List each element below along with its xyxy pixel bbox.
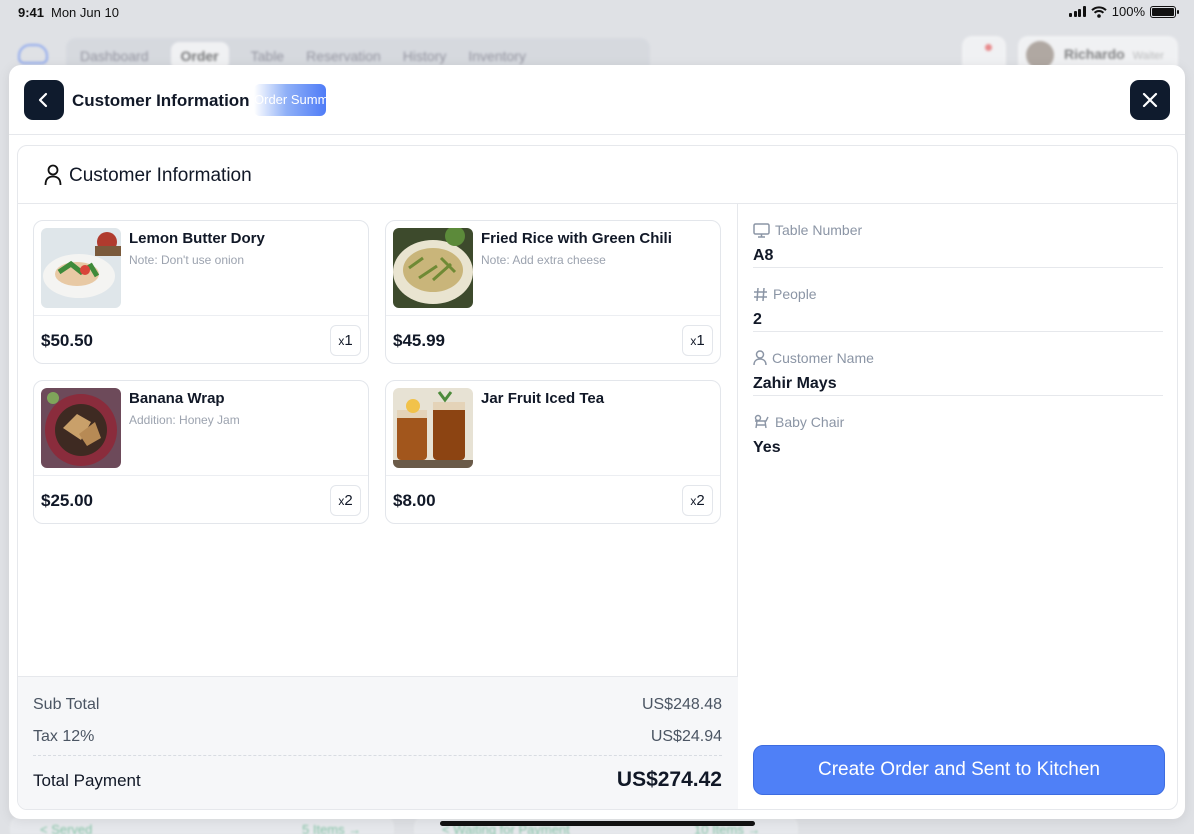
people-value: 2 [753, 311, 762, 328]
people-field: People 2 [753, 268, 1163, 332]
battery-percent: 100% [1111, 4, 1145, 19]
bg-served-label: < Served [40, 822, 93, 834]
banana-wrap-image [41, 388, 121, 468]
item-price: $45.99 [393, 331, 445, 350]
totals-divider [33, 755, 722, 756]
item-price: $25.00 [41, 491, 93, 510]
back-button[interactable] [24, 80, 64, 120]
item-name: Banana Wrap [129, 390, 225, 407]
tax-value: US$24.94 [650, 728, 722, 745]
item-quantity: x2 [682, 485, 713, 516]
table-number-value: A8 [753, 247, 774, 264]
tax-label: Tax 12% [33, 728, 95, 745]
battery-icon [1150, 5, 1179, 18]
bg-user-role: Waiter [1132, 50, 1164, 62]
order-items-column: Lemon Butter Dory Note: Don't use onion … [18, 204, 738, 809]
hash-icon [754, 287, 767, 301]
customer-info-panel: Customer Information Lemon Butter Dory N… [17, 145, 1178, 810]
quantity-value: 2 [344, 492, 353, 509]
total-row: Total Payment US$274.42 [33, 768, 722, 791]
create-order-button[interactable]: Create Order and Sent to Kitchen [753, 745, 1165, 795]
card-divider [386, 315, 720, 316]
quantity-value: 1 [696, 332, 705, 349]
totals-section: Sub Total US$248.48 Tax 12% US$24.94 Tot… [18, 676, 738, 809]
baby-chair-label-row: Baby Chair [753, 414, 844, 430]
item-note: Note: Don't use onion [129, 253, 245, 267]
order-item-card[interactable]: Banana Wrap Addition: Honey Jam $25.00 x… [33, 380, 369, 524]
total-value: US$274.42 [616, 768, 722, 791]
people-label-row: People [753, 286, 817, 302]
table-number-label-row: Table Number [753, 222, 862, 238]
customer-name-label-row: Customer Name [753, 350, 874, 366]
user-icon [44, 164, 62, 186]
total-label: Total Payment [33, 771, 141, 790]
status-time: 9:41 [18, 5, 45, 20]
monitor-icon [753, 222, 770, 238]
item-name: Lemon Butter Dory [129, 230, 265, 247]
chevron-left-icon [38, 92, 48, 108]
order-item-card[interactable]: Lemon Butter Dory Note: Don't use onion … [33, 220, 369, 364]
iced-tea-image [393, 388, 473, 468]
fried-rice-image [393, 228, 473, 308]
panel-header: Customer Information [18, 146, 1177, 204]
table-number-field: Table Number A8 [753, 204, 1163, 268]
order-item-card[interactable]: Fried Rice with Green Chili Note: Add ex… [385, 220, 721, 364]
people-label: People [773, 286, 817, 302]
status-date: Mon Jun 10 [51, 5, 119, 20]
status-indicators: 100% [1069, 4, 1179, 19]
app-logo-icon [18, 44, 48, 64]
customer-name-field: Customer Name Zahir Mays [753, 332, 1163, 396]
item-quantity: x1 [330, 325, 361, 356]
item-quantity: x1 [682, 325, 713, 356]
customer-name-label: Customer Name [772, 350, 874, 366]
subtotal-row: Sub Total US$248.48 [33, 696, 722, 714]
item-name: Fried Rice with Green Chili [481, 230, 672, 247]
table-number-label: Table Number [775, 222, 863, 238]
order-summary-step-chip[interactable]: Order Summary [254, 84, 326, 116]
wifi-icon [1091, 5, 1107, 18]
item-note: Note: Add extra cheese [481, 253, 606, 267]
tax-row: Tax 12% US$24.94 [33, 728, 722, 746]
bg-tab-history: History [402, 48, 447, 64]
item-price: $50.50 [41, 331, 93, 350]
item-quantity: x2 [330, 485, 361, 516]
quantity-value: 1 [344, 332, 353, 349]
modal-header: Customer Information Order Summary [9, 65, 1185, 135]
bg-tab-dashboard: Dashboard [80, 48, 149, 64]
bg-tab-inventory: Inventory [468, 48, 526, 64]
bg-served-count: 5 Items → [302, 822, 362, 834]
baby-chair-label: Baby Chair [775, 414, 845, 430]
card-divider [34, 315, 368, 316]
order-item-card[interactable]: Jar Fruit Iced Tea $8.00 x2 [385, 380, 721, 524]
customer-details-column: Table Number A8 People 2 Customer Name Z… [739, 204, 1177, 809]
quantity-value: 2 [696, 492, 705, 509]
bg-tab-reservation: Reservation [306, 48, 381, 64]
panel-title: Customer Information [69, 165, 252, 186]
cellular-signal-icon [1069, 6, 1086, 17]
bg-tab-table: Table [250, 48, 285, 64]
baby-chair-value: Yes [753, 439, 781, 456]
user-icon [753, 350, 767, 366]
close-icon [1142, 92, 1158, 108]
card-divider [386, 475, 720, 476]
subtotal-label: Sub Total [33, 696, 100, 713]
home-indicator [440, 821, 755, 826]
status-bar: 9:41 Mon Jun 10 100% [0, 0, 1194, 24]
customer-info-modal: Customer Information Order Summary Custo… [9, 65, 1185, 819]
customer-name-value: Zahir Mays [753, 375, 837, 392]
close-button[interactable] [1130, 80, 1170, 120]
baby-chair-icon [754, 414, 769, 429]
lemon-butter-dory-image [41, 228, 121, 308]
bg-user-name: Richardo [1064, 46, 1125, 62]
item-note: Addition: Honey Jam [129, 413, 240, 427]
subtotal-value: US$248.48 [641, 696, 722, 713]
card-divider [34, 475, 368, 476]
baby-chair-field: Baby Chair Yes [753, 396, 1163, 460]
item-price: $8.00 [393, 491, 436, 510]
item-name: Jar Fruit Iced Tea [481, 390, 605, 407]
modal-title: Customer Information [72, 91, 250, 110]
